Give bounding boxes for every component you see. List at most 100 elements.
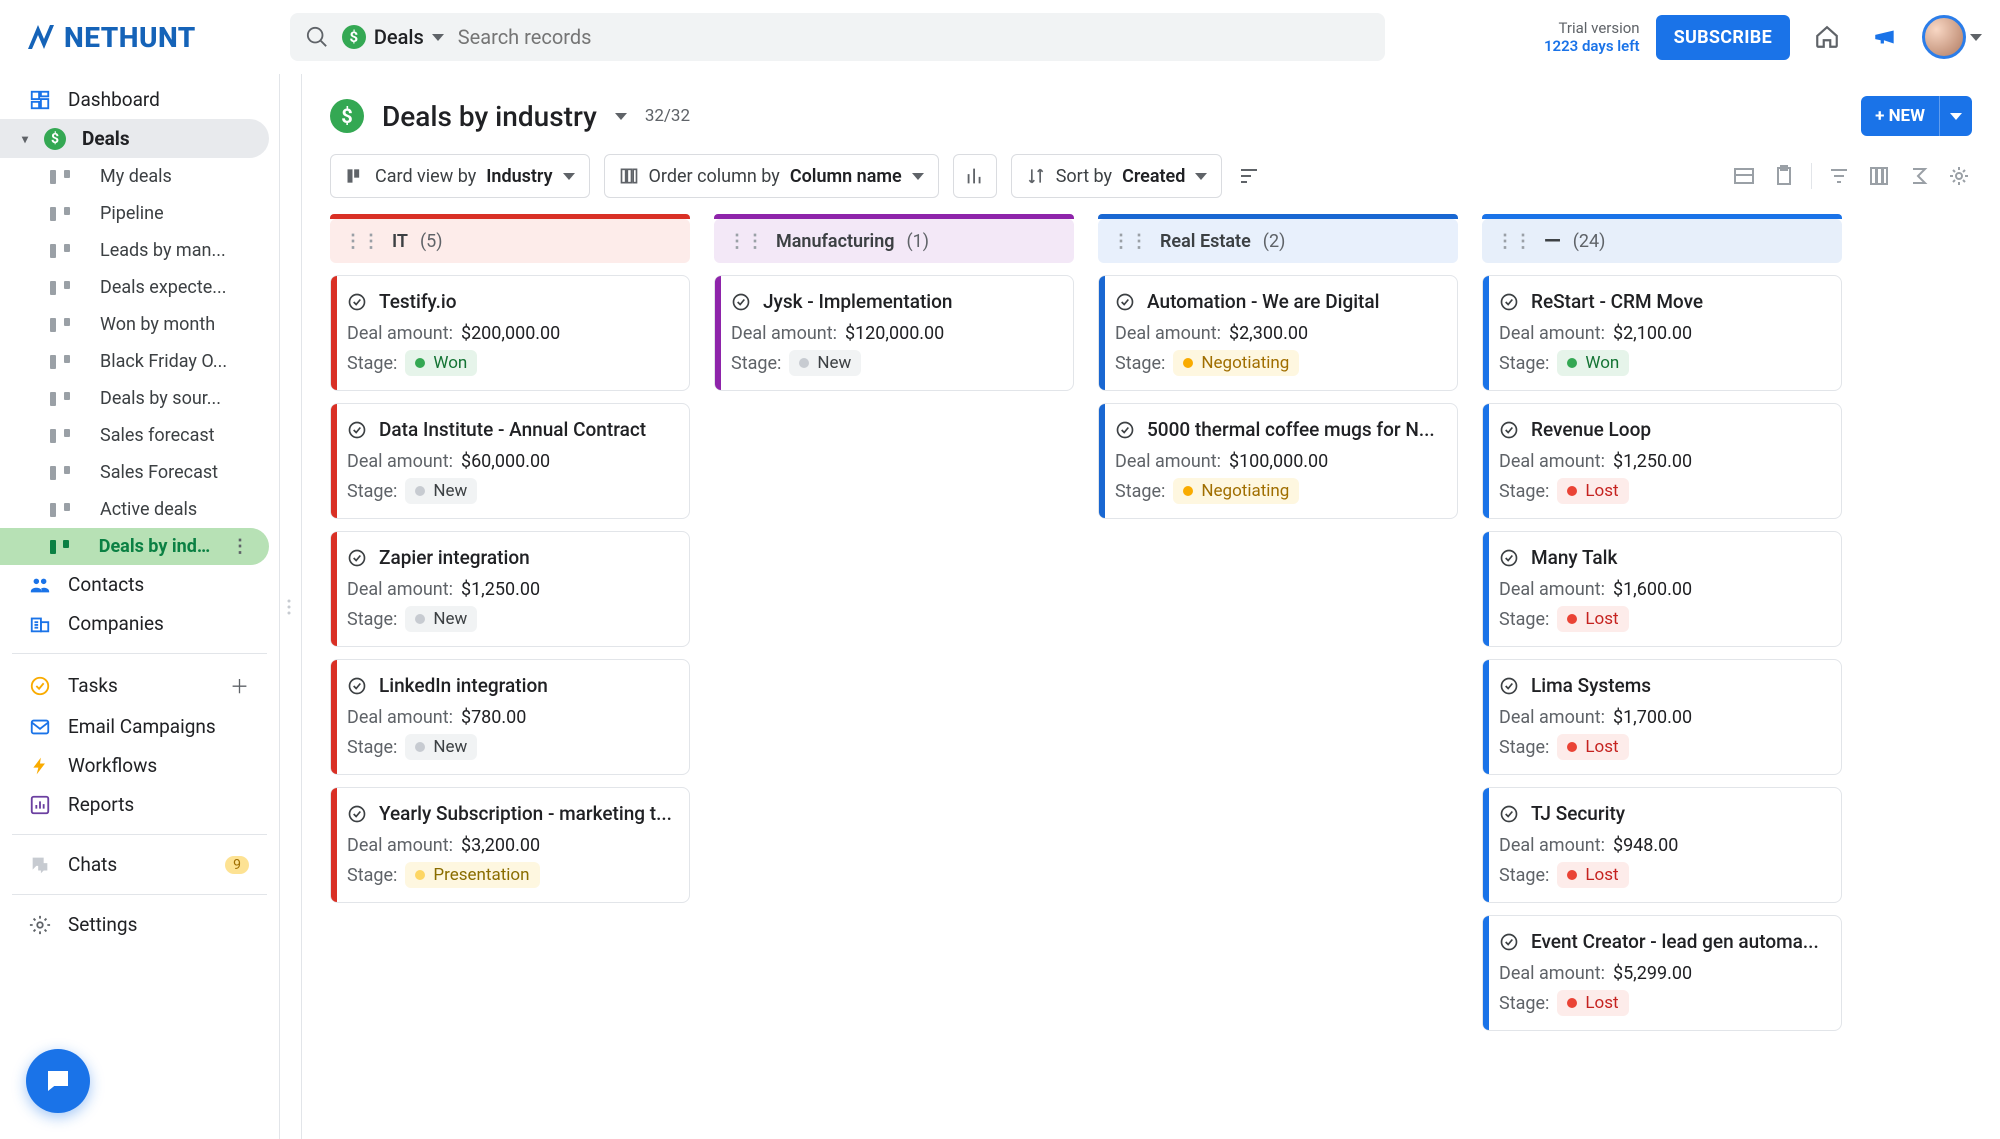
subscribe-button[interactable]: SUBSCRIBE — [1656, 15, 1790, 60]
chevron-down-icon — [912, 173, 924, 180]
amount-value: $2,300.00 — [1229, 323, 1308, 344]
chats-badge: 9 — [225, 856, 249, 874]
column-header[interactable]: ⋮⋮ Real Estate (2) — [1098, 219, 1458, 263]
group-icon[interactable] — [1236, 163, 1262, 189]
sidebar-item-email[interactable]: Email Campaigns — [0, 707, 269, 746]
sidebar-view-item[interactable]: Deals expecte... — [0, 269, 269, 306]
sidebar-view-item[interactable]: Black Friday O... — [0, 343, 269, 380]
sidebar-view-item[interactable]: My deals — [0, 158, 269, 195]
sidebar-view-item[interactable]: Deals by indu...⋮ — [0, 528, 269, 565]
order-column-picker[interactable]: Order column by Column name — [604, 154, 939, 198]
card-stripe — [331, 276, 337, 390]
card-stage-row: Stage: Presentation — [347, 862, 673, 888]
sidebar-item-deals[interactable]: ▾ $ Deals — [0, 119, 269, 158]
trial-line2[interactable]: 1223 days left — [1544, 37, 1640, 55]
deal-card[interactable]: LinkedIn integration Deal amount: $780.0… — [330, 659, 690, 775]
sidebar-view-item[interactable]: Sales forecast — [0, 417, 269, 454]
chat-fab[interactable] — [26, 1049, 90, 1113]
deal-card[interactable]: Yearly Subscription - marketing t... Dea… — [330, 787, 690, 903]
sidebar-item-companies[interactable]: Companies — [0, 604, 269, 643]
card-amount-row: Deal amount: $780.00 — [347, 707, 673, 728]
announcement-icon[interactable] — [1864, 16, 1906, 58]
deal-card[interactable]: Testify.io Deal amount: $200,000.00 Stag… — [330, 275, 690, 391]
add-task-icon[interactable]: ＋ — [230, 672, 249, 699]
new-record-wrap: + NEW — [1861, 96, 1972, 136]
new-record-button[interactable]: + NEW — [1861, 96, 1939, 136]
stage-label: Stage: — [1499, 993, 1549, 1014]
card-stripe — [1483, 276, 1489, 390]
stage-pill: Lost — [1557, 734, 1628, 760]
drag-handle-icon[interactable]: ⋮⋮ — [728, 231, 764, 252]
deal-card[interactable]: Automation - We are Digital Deal amount:… — [1098, 275, 1458, 391]
kanban-icon — [50, 466, 70, 480]
search-bar[interactable]: $ Deals — [290, 13, 1385, 61]
deal-card[interactable]: ReStart - CRM Move Deal amount: $2,100.0… — [1482, 275, 1842, 391]
deal-card[interactable]: TJ Security Deal amount: $948.00 Stage: … — [1482, 787, 1842, 903]
card-title-row: Revenue Loop — [1499, 418, 1825, 441]
chevron-down-icon — [432, 34, 444, 41]
drag-handle-icon[interactable]: ⋮⋮ — [1496, 231, 1532, 252]
sidebar-item-contacts[interactable]: Contacts — [0, 565, 269, 604]
sort-picker[interactable]: Sort by Created — [1011, 154, 1223, 198]
stage-dot-icon — [1567, 870, 1577, 880]
account-menu[interactable] — [1922, 15, 1982, 59]
cardview-field: Industry — [486, 166, 552, 187]
sidebar-view-label: Deals by sour... — [100, 388, 221, 409]
sidebar-item-reports[interactable]: Reports — [0, 785, 269, 824]
sidebar-label: Email Campaigns — [68, 715, 216, 738]
check-circle-icon — [347, 676, 367, 696]
drag-handle-icon[interactable]: ⋮⋮ — [1112, 231, 1148, 252]
sidebar-item-chats[interactable]: Chats 9 — [0, 845, 269, 884]
sidebar-item-dashboard[interactable]: Dashboard — [0, 80, 269, 119]
sigma-icon[interactable] — [1906, 163, 1932, 189]
card-amount-row: Deal amount: $948.00 — [1499, 835, 1825, 856]
deal-card[interactable]: 5000 thermal coffee mugs for N... Deal a… — [1098, 403, 1458, 519]
column-header[interactable]: ⋮⋮ Manufacturing (1) — [714, 219, 1074, 263]
deal-card[interactable]: Event Creator - lead gen automa... Deal … — [1482, 915, 1842, 1031]
sidebar-view-item[interactable]: Leads by man... — [0, 232, 269, 269]
search-input[interactable] — [458, 25, 1369, 49]
sidebar-resizer[interactable] — [280, 74, 302, 1139]
divider — [12, 894, 267, 895]
card-view-picker[interactable]: Card view by Industry — [330, 154, 590, 198]
card-title: 5000 thermal coffee mugs for N... — [1147, 418, 1435, 441]
deal-card[interactable]: Data Institute - Annual Contract Deal am… — [330, 403, 690, 519]
sidebar-view-item[interactable]: Active deals — [0, 491, 269, 528]
stage-pill: New — [405, 478, 477, 504]
sidebar-item-workflows[interactable]: Workflows — [0, 746, 269, 785]
deal-card[interactable]: Zapier integration Deal amount: $1,250.0… — [330, 531, 690, 647]
divider — [12, 653, 267, 654]
stage-value: New — [433, 481, 467, 501]
deal-card[interactable]: Many Talk Deal amount: $1,600.00 Stage: … — [1482, 531, 1842, 647]
amount-value: $948.00 — [1613, 835, 1678, 856]
chevron-down-icon[interactable] — [615, 113, 627, 120]
chart-toggle-button[interactable] — [953, 154, 997, 198]
brand-logo[interactable]: NETHUNT — [24, 21, 196, 54]
column-header[interactable]: ⋮⋮ IT (5) — [330, 219, 690, 263]
home-icon[interactable] — [1806, 16, 1848, 58]
record-count: 32/32 — [645, 106, 690, 126]
gear-icon[interactable] — [1946, 163, 1972, 189]
columns-config-icon[interactable] — [1866, 163, 1892, 189]
sidebar-item-tasks[interactable]: Tasks ＋ — [0, 664, 269, 707]
table-view-icon[interactable] — [1731, 163, 1757, 189]
clipboard-icon[interactable] — [1771, 163, 1797, 189]
sidebar-view-item[interactable]: Sales Forecast — [0, 454, 269, 491]
sidebar-view-item[interactable]: Deals by sour... — [0, 380, 269, 417]
card-title-row: Jysk - Implementation — [731, 290, 1057, 313]
sidebar-view-item[interactable]: Won by month — [0, 306, 269, 343]
deal-card[interactable]: Jysk - Implementation Deal amount: $120,… — [714, 275, 1074, 391]
more-icon[interactable]: ⋮ — [231, 536, 249, 557]
board-column: ⋮⋮ Manufacturing (1) Jysk - Implementati… — [714, 214, 1074, 391]
deal-card[interactable]: Revenue Loop Deal amount: $1,250.00 Stag… — [1482, 403, 1842, 519]
search-scope-chip[interactable]: $ Deals — [342, 25, 444, 49]
sidebar-item-settings[interactable]: Settings — [0, 905, 269, 944]
sidebar-view-item[interactable]: Pipeline — [0, 195, 269, 232]
filter-icon[interactable] — [1826, 163, 1852, 189]
trial-line1: Trial version — [1544, 19, 1640, 37]
column-header[interactable]: ⋮⋮ — (24) — [1482, 219, 1842, 263]
new-record-dropdown[interactable] — [1939, 96, 1972, 136]
reports-icon — [28, 794, 52, 816]
deal-card[interactable]: Lima Systems Deal amount: $1,700.00 Stag… — [1482, 659, 1842, 775]
drag-handle-icon[interactable]: ⋮⋮ — [344, 231, 380, 252]
